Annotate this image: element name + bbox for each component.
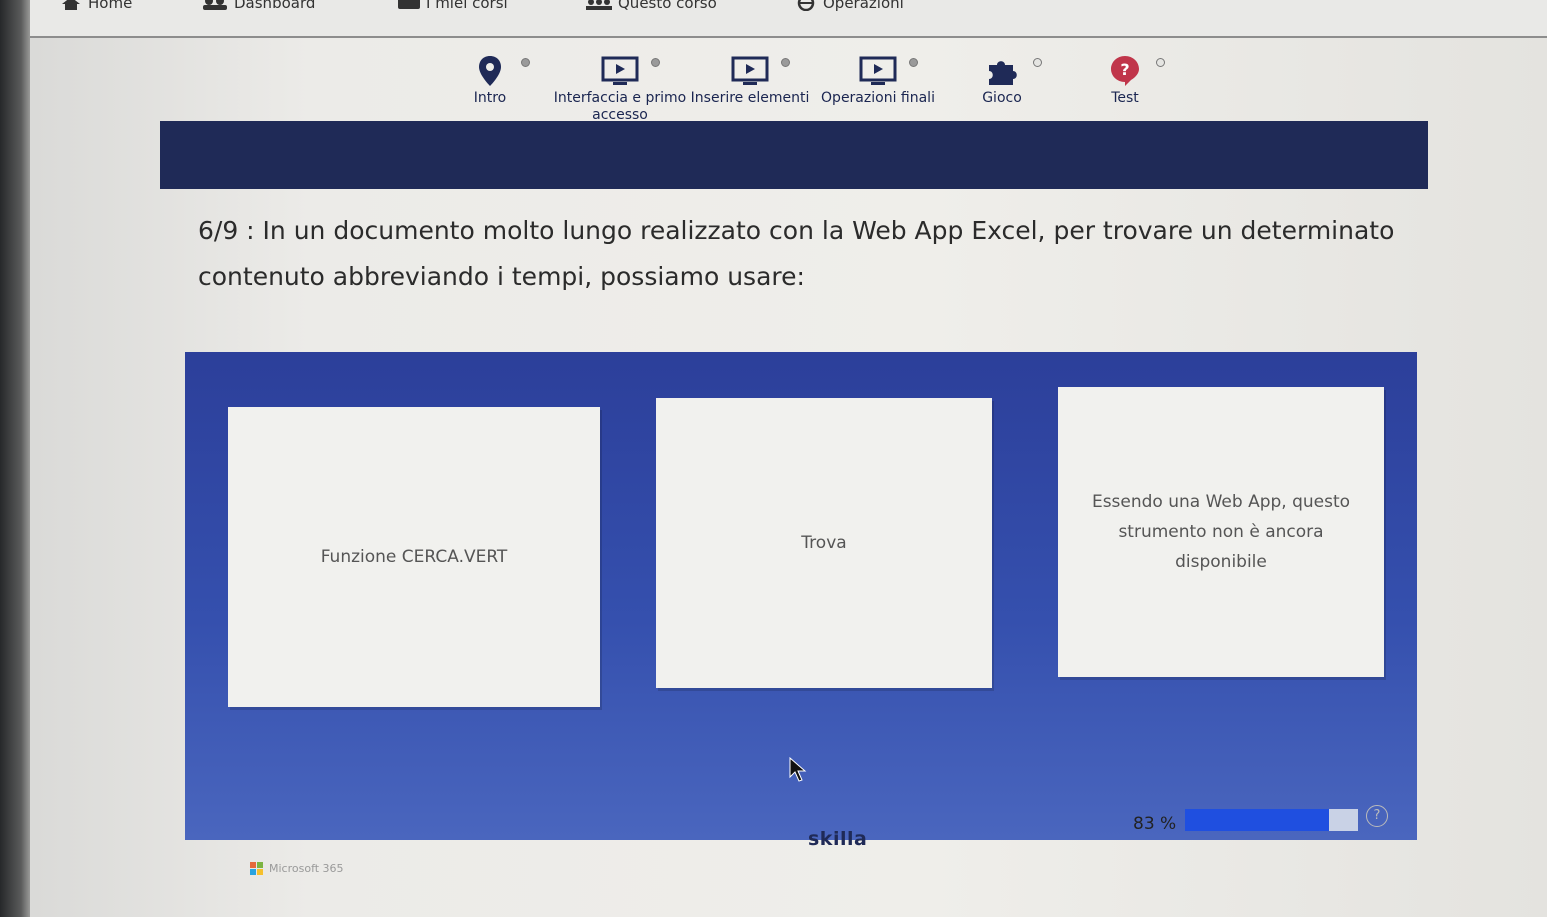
question-text: 6/9 : In un documento molto lungo realiz… bbox=[198, 216, 1395, 291]
globe-icon bbox=[797, 0, 815, 11]
nav-my-courses[interactable]: I miei corsi bbox=[398, 0, 508, 12]
group-icon bbox=[586, 0, 612, 10]
nav-dashboard[interactable]: Dashboard bbox=[202, 0, 315, 12]
video-play-icon bbox=[601, 56, 639, 85]
step-status-dot bbox=[909, 58, 918, 67]
progress-bar bbox=[1185, 809, 1358, 831]
header-bar bbox=[160, 121, 1428, 189]
step-status-dot bbox=[1156, 58, 1165, 67]
screen: Home Dashboard I miei corsi Questo corso… bbox=[0, 0, 1547, 917]
step-test[interactable]: ? Test bbox=[1055, 52, 1195, 107]
top-navigation: Home Dashboard I miei corsi Questo corso… bbox=[30, 0, 1547, 38]
step-operazioni-label: Operazioni finali bbox=[821, 90, 935, 106]
nav-operations[interactable]: Operazioni bbox=[795, 0, 904, 12]
answer-option-3[interactable]: Essendo una Web App, questo strumento no… bbox=[1058, 387, 1384, 677]
folder-icon bbox=[398, 0, 420, 9]
step-operazioni[interactable]: Operazioni finali bbox=[808, 52, 948, 107]
step-intro-label: Intro bbox=[473, 90, 507, 106]
microsoft-365-label: Microsoft 365 bbox=[269, 862, 344, 875]
step-status-dot bbox=[1033, 58, 1042, 67]
video-play-icon bbox=[859, 56, 897, 85]
nav-this-course-label: Questo corso bbox=[618, 0, 717, 12]
video-play-icon bbox=[731, 56, 769, 85]
monitor-bezel bbox=[0, 0, 30, 917]
answer-option-1-text: Funzione CERCA.VERT bbox=[320, 547, 508, 567]
step-status-dot bbox=[651, 58, 660, 67]
step-status-dot bbox=[521, 58, 530, 67]
answer-option-2[interactable]: Trova bbox=[656, 398, 992, 688]
step-navigation: Intro Interfaccia e primo accesso Inseri… bbox=[150, 40, 1430, 130]
users-icon bbox=[203, 0, 227, 10]
nav-operations-label: Operazioni bbox=[823, 0, 904, 12]
help-icon[interactable]: ? bbox=[1366, 805, 1388, 827]
progress-percentage: 83 % bbox=[1133, 814, 1177, 834]
answer-option-1[interactable]: Funzione CERCA.VERT bbox=[228, 407, 600, 707]
question-icon: ? bbox=[1111, 56, 1139, 86]
location-pin-icon bbox=[479, 56, 501, 86]
step-status-dot bbox=[781, 58, 790, 67]
microsoft-logo-icon bbox=[250, 862, 263, 875]
nav-my-courses-label: I miei corsi bbox=[426, 0, 508, 12]
nav-dashboard-label: Dashboard bbox=[234, 0, 316, 12]
progress-bar-fill bbox=[1185, 809, 1329, 831]
step-interfaccia[interactable]: Interfaccia e primo accesso bbox=[550, 52, 690, 124]
answer-option-2-text: Trova bbox=[801, 533, 847, 553]
nav-home-label: Home bbox=[88, 0, 133, 12]
home-icon bbox=[62, 0, 80, 10]
nav-home[interactable]: Home bbox=[60, 0, 132, 12]
step-inserire[interactable]: Inserire elementi bbox=[680, 52, 820, 107]
skilla-logo: skilla bbox=[808, 828, 868, 850]
puzzle-icon bbox=[989, 61, 1017, 85]
step-gioco-label: Gioco bbox=[982, 90, 1022, 106]
step-inserire-label: Inserire elementi bbox=[690, 90, 810, 106]
step-gioco[interactable]: Gioco bbox=[932, 52, 1072, 107]
answer-option-3-text: Essendo una Web App, questo strumento no… bbox=[1091, 492, 1351, 572]
microsoft-365-logo: Microsoft 365 bbox=[250, 862, 344, 875]
mouse-cursor-icon bbox=[789, 757, 807, 782]
nav-this-course[interactable]: Questo corso bbox=[586, 0, 717, 12]
svg-text:?: ? bbox=[1120, 60, 1129, 79]
step-test-label: Test bbox=[1111, 90, 1139, 106]
step-intro[interactable]: Intro bbox=[420, 52, 560, 107]
step-interfaccia-label: Interfaccia e primo accesso bbox=[553, 90, 687, 123]
